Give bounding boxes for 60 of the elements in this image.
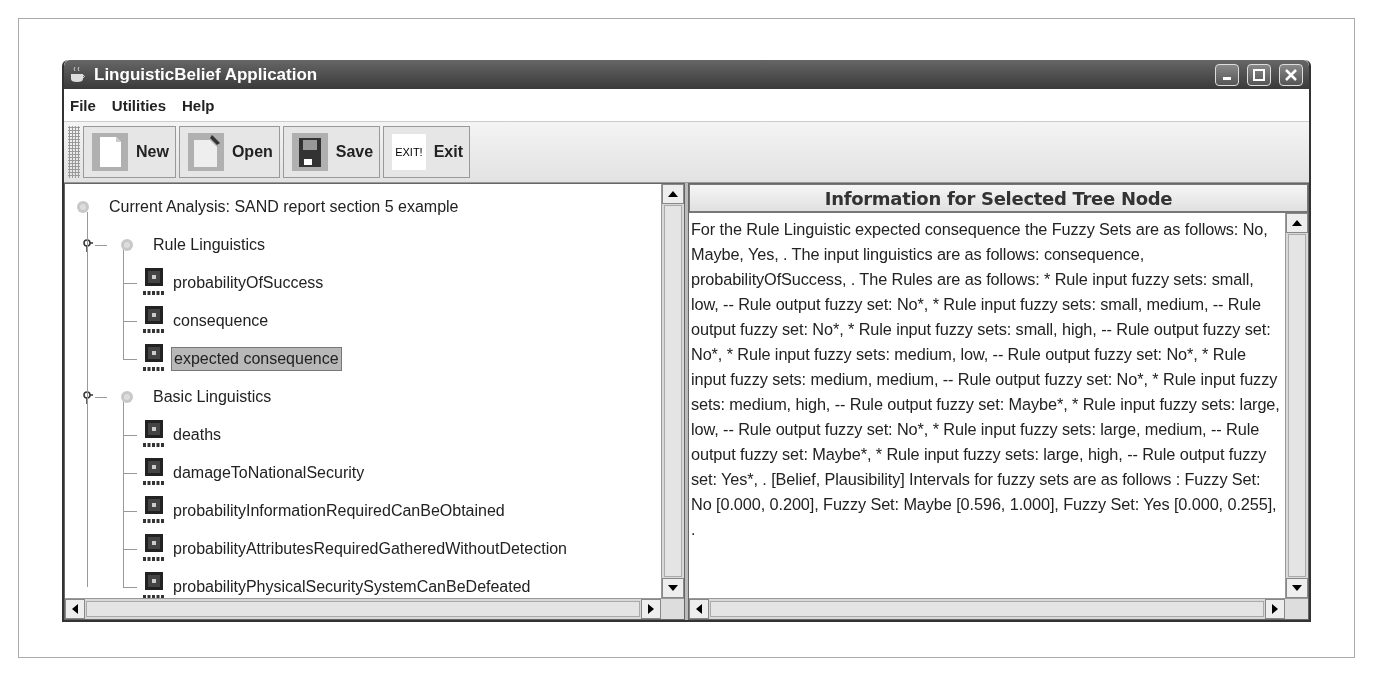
scrollbar-thumb[interactable] [1288, 234, 1306, 577]
close-icon [1285, 68, 1297, 81]
expanded-handle-icon[interactable] [81, 390, 93, 404]
scroll-left-button[interactable] [689, 599, 709, 619]
horizontal-scrollbar[interactable] [689, 598, 1285, 619]
up-arrow-icon [1292, 220, 1302, 226]
toolbar-button[interactable]: Save [282, 126, 381, 178]
scroll-right-button[interactable] [1265, 599, 1285, 619]
scroll-up-button[interactable] [662, 184, 684, 204]
edit-document-icon [187, 133, 224, 171]
scroll-down-button[interactable] [1286, 578, 1308, 598]
toolbar-button[interactable]: EXIT! Exit [383, 126, 471, 178]
tree-node-label[interactable]: Current Analysis: SAND report section 5 example [107, 196, 461, 218]
right-arrow-icon [1272, 604, 1278, 614]
vertical-scrollbar[interactable] [1285, 213, 1308, 598]
down-arrow-icon [1292, 585, 1302, 591]
maximize-icon [1253, 68, 1265, 81]
minimize-icon [1223, 77, 1231, 80]
vertical-scrollbar[interactable] [661, 184, 684, 598]
scrollbar-thumb[interactable] [86, 601, 640, 617]
minimize-button[interactable] [1215, 63, 1239, 86]
node-info-text: For the Rule Linguistic expected consequence the Fuzzy Sets are as follows: No, Maybe, Yes, . The input linguistics are as follows: consequence, probabilityOfSuccess, . The Rules are as follows: * Rule input fuzzy sets: small, low, -- Rule output fuzzy set: No*, * Rule input fuzzy sets: small, medium, -- Rule output fuzzy set: No*, * Rule input fuzzy sets: small, high, -- Rule output fuzzy set: No*, * Rule input fuzzy sets: medium, low, -- Rule output fuzzy set: No*, * Rule input fuzzy sets: medium, medium, -- Rule output fuzzy set: No*, * Rule input fuzzy sets: medium, high, -- Rule output fuzzy set: Maybe*, * Rule input fuzzy sets: large, low, -- Rule output fuzzy set: No*, * Rule input fuzzy sets: large, medium, -- Rule output fuzzy set: Maybe*, * Rule input fuzzy sets: large, high, -- Rule output fuzzy set: Yes*, . [Belief, Plausibility] Intervals for fuzzy sets are as follows : Fuzzy Set: No [0.000, 0.200], Fuzzy Set: Maybe [0.596, 1.000], Fuzzy Set: Yes [0.000, 0.255], . [690, 219, 1281, 540]
tree-node-label[interactable]: deaths [171, 424, 224, 446]
toolbar-button[interactable]: New [83, 126, 176, 178]
horizontal-scrollbar[interactable] [65, 598, 661, 619]
menu-item[interactable]: Help [182, 96, 215, 114]
tree-node-label[interactable]: probabilityPhysicalSecuritySystemCanBeDefeated [171, 576, 533, 598]
scroll-left-button[interactable] [65, 599, 85, 619]
down-arrow-icon [668, 585, 678, 591]
tree-node-label[interactable]: probabilityAttributesRequiredGatheredWithoutDetection [171, 538, 569, 560]
scroll-right-button[interactable] [641, 599, 661, 619]
left-arrow-icon [72, 604, 78, 614]
scroll-up-button[interactable] [1286, 213, 1308, 233]
tree-node-label[interactable]: expected consequence [171, 347, 342, 371]
scrollbar-thumb[interactable] [710, 601, 1264, 617]
tree-node-label[interactable]: damageToNationalSecurity [171, 462, 367, 484]
document-icon [92, 133, 128, 171]
right-arrow-icon [648, 604, 654, 614]
expanded-handle-icon[interactable] [81, 238, 93, 252]
menu-item[interactable]: File [70, 96, 96, 114]
close-button[interactable] [1279, 63, 1303, 86]
tree-node-label[interactable]: Basic Linguistics [151, 386, 274, 408]
maximize-button[interactable] [1247, 63, 1271, 86]
tree-node-label[interactable]: probabilityInformationRequiredCanBeObtained [171, 500, 507, 522]
panel-header: Information for Selected Tree Node [689, 184, 1308, 213]
scrollbar-corner [1285, 598, 1308, 619]
coffee-cup-icon [70, 65, 86, 84]
toolbar-grip[interactable] [68, 126, 80, 178]
menu-item[interactable]: Utilities [111, 96, 167, 114]
exit-badge: EXIT! [392, 134, 426, 170]
scrollbar-corner [661, 598, 684, 619]
toolbar-button[interactable]: Open [178, 126, 280, 178]
left-arrow-icon [696, 604, 702, 614]
up-arrow-icon [668, 191, 678, 197]
tree-node-label[interactable]: probabilityOfSuccess [171, 272, 326, 294]
scrollbar-thumb[interactable] [664, 205, 682, 577]
window-title: LinguisticBelief Application [94, 64, 319, 85]
tree-node-label[interactable]: consequence [171, 310, 271, 332]
scroll-down-button[interactable] [662, 578, 684, 598]
tree-node-label[interactable]: Rule Linguistics [151, 234, 268, 256]
